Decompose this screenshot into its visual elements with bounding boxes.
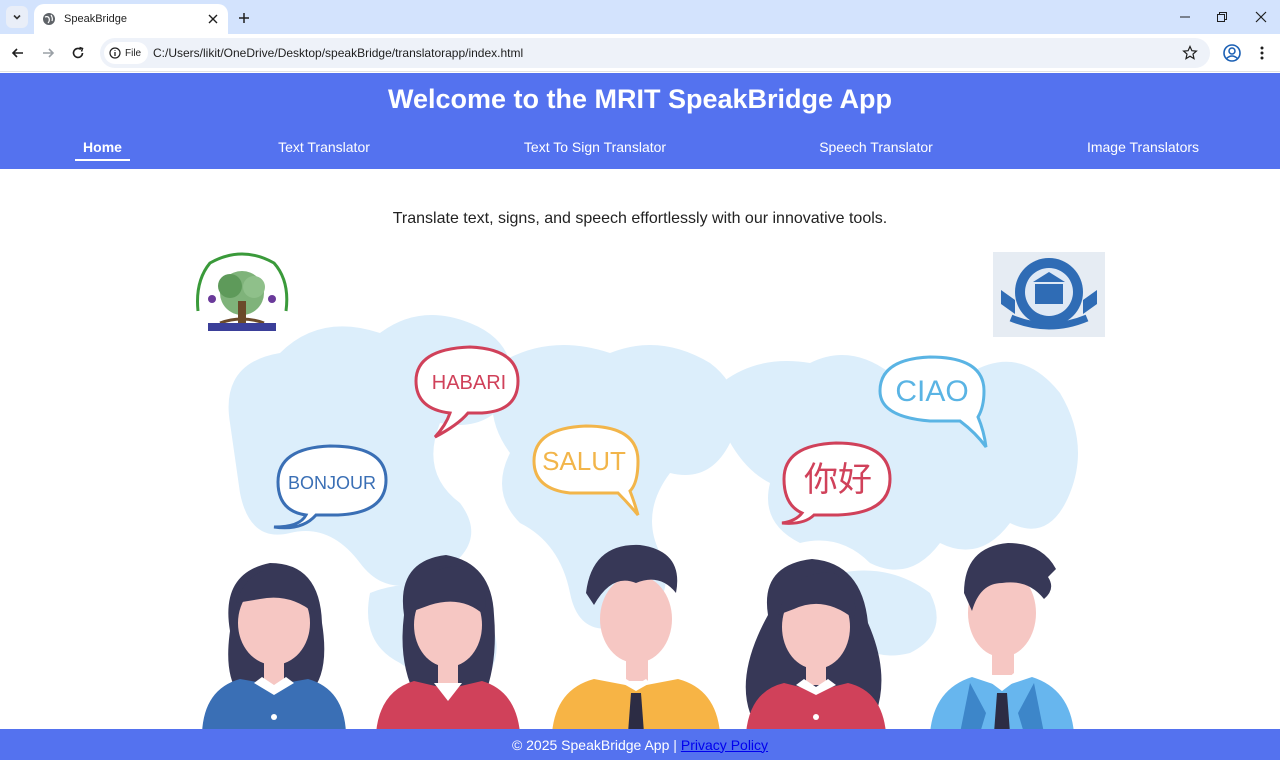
tab-close-button[interactable] xyxy=(206,12,220,26)
bubble-text-habari: HABARI xyxy=(432,372,506,394)
file-chip-label: File xyxy=(125,47,142,59)
back-button[interactable] xyxy=(7,42,29,64)
new-tab-button[interactable] xyxy=(234,8,254,28)
globe-icon xyxy=(43,13,55,25)
bubble-text-bonjour: BONJOUR xyxy=(288,473,376,493)
footer-copyright: © 2025 SpeakBridge App | xyxy=(511,736,677,753)
bubble-text-nihao: 你好 xyxy=(804,460,872,500)
bookmark-star-icon[interactable] xyxy=(1182,45,1198,61)
institute-logo-left xyxy=(196,252,289,331)
plus-icon xyxy=(239,13,249,23)
restore-button[interactable] xyxy=(1210,8,1234,26)
profile-icon[interactable] xyxy=(1222,43,1242,63)
address-bar[interactable]: File C:/Users/likit/OneDrive/Desktop/spe… xyxy=(100,38,1210,68)
browser-menu-button[interactable] xyxy=(1254,43,1270,63)
reload-button[interactable] xyxy=(67,42,89,64)
site-header: Welcome to the MRIT SpeakBridge App Home… xyxy=(0,73,1280,169)
nav-home[interactable]: Home xyxy=(75,139,130,155)
person-1 xyxy=(202,563,346,733)
minimize-button[interactable] xyxy=(1173,8,1197,26)
info-icon xyxy=(109,47,121,59)
privacy-policy-link[interactable]: Privacy Policy xyxy=(681,737,768,753)
tab-search-button[interactable] xyxy=(6,6,28,28)
nav-text-to-sign-translator[interactable]: Text To Sign Translator xyxy=(505,139,685,155)
web-page: Welcome to the MRIT SpeakBridge App Home… xyxy=(0,73,1280,760)
bubble-text-salut: SALUT xyxy=(542,446,626,476)
browser-tab[interactable]: SpeakBridge xyxy=(34,4,228,34)
tab-title: SpeakBridge xyxy=(64,13,127,25)
person-5 xyxy=(930,543,1074,733)
restore-icon xyxy=(1217,12,1227,22)
nav-text-translator[interactable]: Text Translator xyxy=(264,139,384,155)
arrow-right-icon xyxy=(43,48,55,58)
site-footer: © 2025 SpeakBridge App | Privacy Policy xyxy=(0,729,1280,760)
site-info-chip[interactable]: File xyxy=(104,42,148,64)
hero-illustration: HABARI BONJOUR SALUT 你好 CIAO xyxy=(196,252,1105,733)
browser-toolbar: File C:/Users/likit/OneDrive/Desktop/spe… xyxy=(0,34,1280,72)
chevron-down-icon xyxy=(13,14,21,20)
close-icon xyxy=(208,14,218,24)
more-vert-icon xyxy=(1260,46,1264,60)
nav-image-translators[interactable]: Image Translators xyxy=(1073,139,1213,155)
page-title: Welcome to the MRIT SpeakBridge App xyxy=(387,84,893,114)
tagline: Translate text, signs, and speech effort… xyxy=(392,210,888,227)
forward-button[interactable] xyxy=(37,42,59,64)
browser-tab-strip: SpeakBridge xyxy=(0,0,1280,34)
close-icon xyxy=(1255,11,1267,23)
bubble-text-ciao: CIAO xyxy=(895,375,968,408)
close-window-button[interactable] xyxy=(1249,8,1273,26)
nav-speech-translator[interactable]: Speech Translator xyxy=(806,139,946,155)
minimize-icon xyxy=(1180,16,1190,18)
department-logo-right xyxy=(993,252,1105,337)
nav-active-indicator xyxy=(75,159,130,161)
url-text[interactable]: C:/Users/likit/OneDrive/Desktop/speakBri… xyxy=(153,46,523,60)
arrow-left-icon xyxy=(11,48,23,58)
reload-icon xyxy=(72,46,84,59)
